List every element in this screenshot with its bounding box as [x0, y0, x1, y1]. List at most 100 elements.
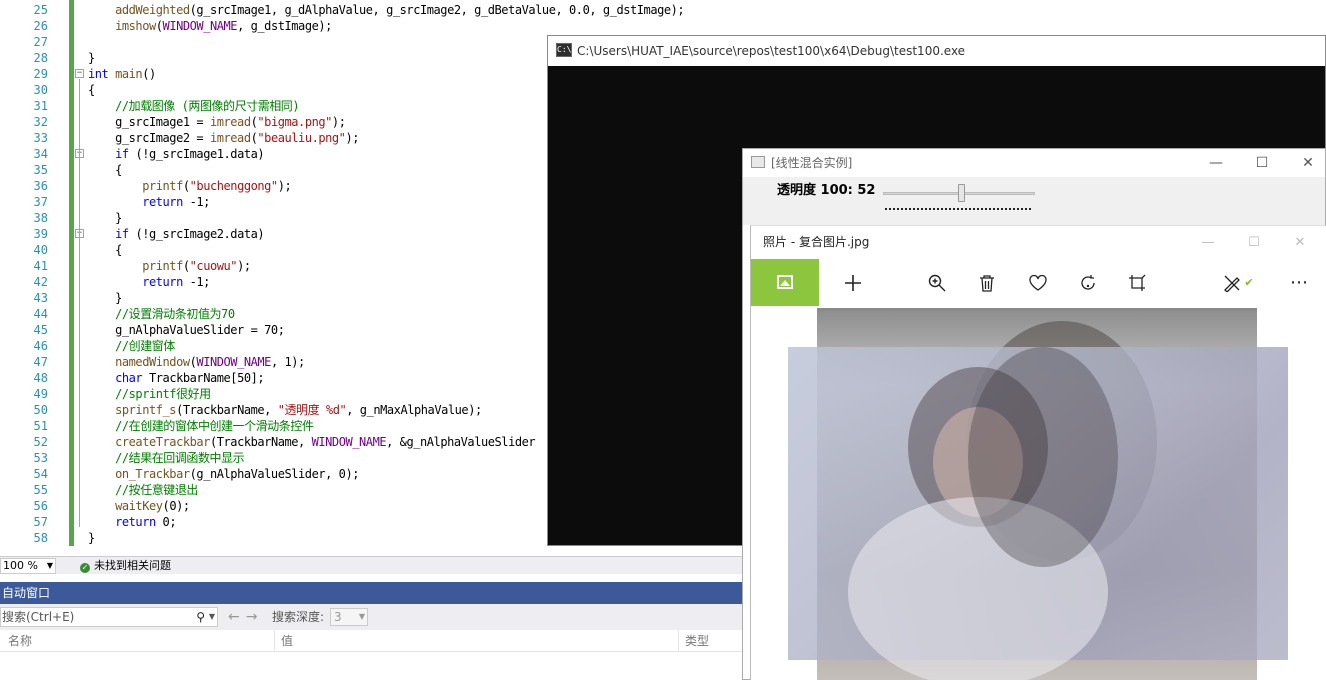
- maximize-button[interactable]: ☐: [1231, 226, 1277, 259]
- column-name[interactable]: 名称: [2, 630, 275, 652]
- chevron-down-icon[interactable]: ▼: [209, 608, 215, 626]
- photos-title-bar[interactable]: 照片 - 复合图片.jpg — ☐ ✕: [751, 226, 1326, 259]
- collection-button[interactable]: [751, 259, 819, 306]
- issues-text: 未找到相关问题: [94, 559, 171, 572]
- code-line[interactable]: {: [88, 162, 122, 178]
- arrow-left-icon[interactable]: ←: [228, 609, 246, 625]
- code-token: "cuowu": [189, 259, 238, 273]
- code-line[interactable]: return 0;: [88, 514, 176, 530]
- code-token: //加载图像 (两图像的尺寸需相同): [115, 99, 300, 113]
- code-line[interactable]: g_nAlphaValueSlider = 70;: [88, 322, 285, 338]
- close-button[interactable]: ✕: [1277, 226, 1323, 259]
- photo-canvas[interactable]: [751, 306, 1326, 680]
- zoom-button[interactable]: [917, 259, 957, 306]
- photos-window[interactable]: 照片 - 复合图片.jpg — ☐ ✕ ✔ ⋯: [750, 225, 1326, 680]
- code-token: addWeighted: [115, 3, 190, 17]
- code-token: );: [331, 115, 346, 129]
- code-line[interactable]: char TrackbarName[50];: [88, 370, 265, 386]
- code-line[interactable]: namedWindow(WINDOW_NAME, 1);: [88, 354, 305, 370]
- code-line[interactable]: return -1;: [88, 194, 210, 210]
- code-line[interactable]: return -1;: [88, 274, 210, 290]
- line-number: 56: [33, 499, 48, 513]
- code-token: }: [88, 531, 95, 545]
- console-title-bar[interactable]: C:\ C:\Users\HUAT_IAE\source\repos\test1…: [548, 36, 1325, 66]
- code-line[interactable]: //加载图像 (两图像的尺寸需相同): [88, 98, 299, 114]
- minimize-button[interactable]: —: [1185, 226, 1231, 259]
- code-line[interactable]: on_Trackbar(g_nAlphaValueSlider, 0);: [88, 466, 359, 482]
- chevron-down-icon[interactable]: ✔: [1239, 259, 1259, 306]
- search-icon[interactable]: ⚲: [196, 608, 205, 626]
- search-depth-value: 3: [334, 610, 342, 624]
- code-line[interactable]: }: [88, 290, 122, 306]
- column-value[interactable]: 值: [275, 630, 679, 652]
- rotate-button[interactable]: [1068, 259, 1108, 306]
- code-line[interactable]: addWeighted(g_srcImage1, g_dAlphaValue, …: [88, 2, 685, 18]
- code-line[interactable]: }: [88, 530, 95, 546]
- console-icon: C:\: [556, 43, 572, 57]
- code-line[interactable]: //sprintf很好用: [88, 386, 211, 402]
- code-token: g_nAlphaValueSlider = 70;: [88, 323, 285, 337]
- code-line[interactable]: printf("buchenggong");: [88, 178, 292, 194]
- fold-guide: [79, 79, 80, 527]
- code-token: (: [182, 179, 190, 193]
- code-line[interactable]: imshow(WINDOW_NAME, g_dstImage);: [88, 18, 332, 34]
- line-number: 27: [33, 35, 48, 49]
- code-line[interactable]: //在创建的窗体中创建一个滑动条控件: [88, 418, 314, 434]
- column-type[interactable]: 类型: [679, 630, 742, 652]
- code-line[interactable]: //结果在回调函数中显示: [88, 450, 245, 466]
- arrow-right-icon[interactable]: →: [246, 609, 264, 625]
- line-number: 46: [33, 339, 48, 353]
- line-number: 28: [33, 51, 48, 65]
- code-line[interactable]: //按任意键退出: [88, 482, 198, 498]
- code-line[interactable]: }: [88, 50, 95, 66]
- code-line[interactable]: if (!g_srcImage2.data): [88, 226, 265, 242]
- favorite-button[interactable]: [1018, 259, 1058, 306]
- code-token: );: [237, 259, 251, 273]
- code-line[interactable]: int main(): [88, 66, 156, 82]
- issues-indicator[interactable]: ✓ 未找到相关问题: [80, 559, 171, 573]
- more-button[interactable]: ⋯: [1279, 259, 1319, 306]
- search-depth-select[interactable]: 3 ▼: [330, 608, 368, 626]
- code-line[interactable]: {: [88, 242, 122, 258]
- autos-search-input[interactable]: 搜索(Ctrl+E) ⚲ ▼: [0, 607, 218, 627]
- code-token: {: [88, 163, 122, 177]
- code-token: //结果在回调函数中显示: [115, 451, 245, 465]
- code-line[interactable]: g_srcImage1 = imread("bigma.png");: [88, 114, 346, 130]
- code-line[interactable]: sprintf_s(TrackbarName, "透明度 %d", g_nMax…: [88, 402, 482, 418]
- code-token: int: [88, 67, 109, 81]
- line-number: 53: [33, 451, 48, 465]
- line-number: 50: [33, 403, 48, 417]
- collapse-icon[interactable]: −: [75, 69, 84, 78]
- code-line[interactable]: if (!g_srcImage1.data): [88, 146, 265, 162]
- delete-button[interactable]: [967, 259, 1007, 306]
- code-token: );: [345, 131, 360, 145]
- zoom-dropdown[interactable]: 100 % ▼: [0, 558, 56, 574]
- code-line[interactable]: {: [88, 82, 95, 98]
- code-line[interactable]: createTrackbar(TrackbarName, WINDOW_NAME…: [88, 434, 536, 450]
- code-token: char: [115, 371, 143, 385]
- code-line[interactable]: printf("cuowu");: [88, 258, 251, 274]
- line-number: 36: [33, 179, 48, 193]
- chevron-down-icon: ▼: [358, 612, 365, 621]
- add-button[interactable]: [833, 259, 873, 306]
- code-token: -1;: [182, 195, 211, 209]
- line-number: 41: [33, 259, 48, 273]
- code-line[interactable]: //设置滑动条初值为70: [88, 306, 235, 322]
- code-token: {: [88, 83, 95, 97]
- minimize-button[interactable]: —: [1193, 149, 1239, 177]
- code-line[interactable]: }: [88, 210, 122, 226]
- code-line[interactable]: waitKey(0);: [88, 498, 190, 514]
- trackbar-thumb[interactable]: [958, 184, 966, 202]
- close-button[interactable]: ✕: [1285, 149, 1326, 177]
- crop-button[interactable]: [1117, 259, 1157, 306]
- maximize-button[interactable]: ☐: [1239, 149, 1285, 177]
- line-number: 52: [33, 435, 48, 449]
- search-nav-arrows[interactable]: ←→: [228, 607, 263, 627]
- code-line[interactable]: //创建窗体: [88, 338, 175, 354]
- code-line[interactable]: g_srcImage2 = imread("beauliu.png");: [88, 130, 359, 146]
- opencv-title-bar[interactable]: [线性混合实例] — ☐ ✕: [743, 149, 1325, 177]
- more-icon: ⋯: [1290, 272, 1308, 293]
